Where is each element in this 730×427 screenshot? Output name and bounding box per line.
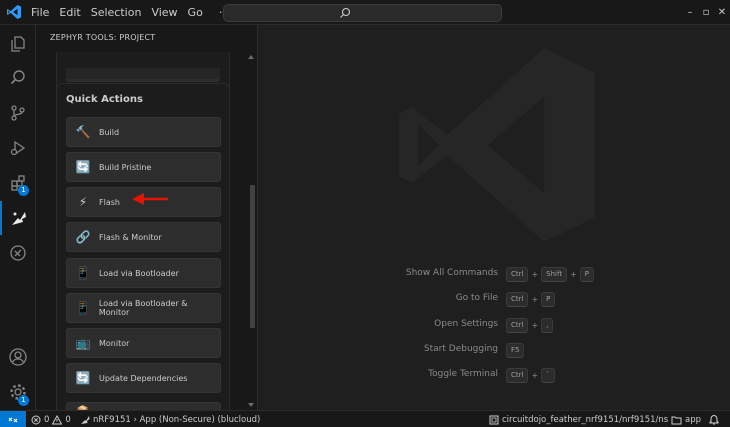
gear-icon[interactable]: 1 bbox=[0, 375, 36, 409]
search-icon[interactable] bbox=[0, 61, 36, 95]
title-bar: File Edit Selection View Go ··· – ▫ ✕ bbox=[0, 0, 730, 25]
menu-edit[interactable]: Edit bbox=[54, 0, 85, 25]
status-bar: 0 0 nRF9151 › App (Non-Secure) (blucloud… bbox=[0, 410, 730, 427]
notifications-button[interactable] bbox=[709, 411, 719, 427]
phone-icon: 📱 bbox=[75, 301, 91, 315]
folder-status[interactable]: app bbox=[671, 411, 701, 427]
account-icon[interactable] bbox=[0, 340, 36, 374]
problems-status[interactable]: 0 0 bbox=[31, 411, 71, 427]
flash-monitor-button[interactable]: 🔗 Flash & Monitor bbox=[66, 222, 221, 252]
folder-icon bbox=[671, 416, 682, 424]
shortcut-toggle-terminal[interactable]: Toggle Terminal Ctrl + ` bbox=[258, 366, 730, 386]
board-label: circuitdojo_feather_nrf9151/nrf9151/ns bbox=[502, 414, 669, 425]
close-button[interactable]: ✕ bbox=[712, 0, 730, 25]
files-icon[interactable] bbox=[0, 27, 36, 61]
zephyr-status-icon bbox=[81, 415, 90, 424]
folder-label: app bbox=[685, 414, 701, 425]
load-bootloader-button[interactable]: 📱 Load via Bootloader bbox=[66, 258, 221, 288]
sidebar-scrollbar[interactable] bbox=[250, 185, 255, 328]
board-status[interactable]: circuitdojo_feather_nrf9151/nrf9151/ns bbox=[489, 411, 668, 427]
shortcut-show-all-commands[interactable]: Show All Commands Ctrl + Shift + P bbox=[258, 265, 730, 285]
monitor-button[interactable]: 📺 Monitor bbox=[66, 328, 221, 358]
shortcut-go-to-file[interactable]: Go to File Ctrl + P bbox=[258, 290, 730, 310]
load-bootloader-monitor-button[interactable]: 📱 Load via Bootloader & Monitor bbox=[66, 293, 221, 323]
bell-icon bbox=[709, 414, 719, 425]
activity-bar: 1 1 bbox=[0, 25, 36, 410]
extensions-badge: 1 bbox=[18, 185, 29, 196]
menu-bar: File Edit Selection View Go ··· bbox=[26, 0, 234, 25]
phone-icon: 📱 bbox=[75, 266, 91, 280]
menu-selection[interactable]: Selection bbox=[86, 0, 147, 25]
menu-go[interactable]: Go bbox=[183, 0, 208, 25]
device-icon[interactable] bbox=[0, 236, 36, 270]
sidebar: ZEPHYR TOOLS: PROJECT Quick Actions 🔨 Bu… bbox=[36, 25, 258, 410]
next-action-button[interactable]: 📦 bbox=[66, 402, 221, 410]
command-center-search[interactable] bbox=[223, 4, 502, 22]
shortcut-start-debugging[interactable]: Start Debugging F5 bbox=[258, 341, 730, 361]
refresh-icon: 🔄 bbox=[75, 160, 91, 174]
build-button[interactable]: 🔨 Build bbox=[66, 117, 221, 147]
shortcut-open-settings[interactable]: Open Settings Ctrl + , bbox=[258, 316, 730, 336]
extensions-icon[interactable]: 1 bbox=[0, 166, 36, 200]
settings-badge: 1 bbox=[18, 395, 29, 406]
link-icon: 🔗 bbox=[75, 230, 91, 244]
remote-icon bbox=[8, 417, 18, 422]
hammer-icon: 🔨 bbox=[75, 125, 91, 139]
zephyr-tools-icon[interactable] bbox=[0, 201, 36, 235]
build-pristine-button[interactable]: 🔄 Build Pristine bbox=[66, 152, 221, 182]
source-control-icon[interactable] bbox=[0, 96, 36, 130]
quick-actions-panel: Quick Actions 🔨 Build 🔄 Build Pristine ⚡… bbox=[56, 83, 230, 410]
refresh-icon: 🔄 bbox=[75, 371, 91, 385]
package-icon: 📦 bbox=[67, 402, 99, 410]
error-count: 0 bbox=[44, 414, 50, 425]
tv-icon: 📺 bbox=[75, 336, 91, 350]
warning-icon bbox=[52, 414, 63, 424]
board-icon bbox=[489, 415, 499, 424]
run-debug-icon[interactable] bbox=[0, 131, 36, 165]
project-status[interactable]: nRF9151 › App (Non-Secure) (blucloud) bbox=[80, 411, 260, 427]
error-icon bbox=[31, 415, 41, 424]
menu-view[interactable]: View bbox=[146, 0, 182, 25]
menu-file[interactable]: File bbox=[26, 0, 54, 25]
annotation-arrow bbox=[132, 193, 168, 205]
sidebar-title: ZEPHYR TOOLS: PROJECT bbox=[50, 33, 156, 42]
update-dependencies-button[interactable]: 🔄 Update Dependencies bbox=[66, 363, 221, 393]
vscode-logo-icon bbox=[7, 5, 21, 19]
scroll-down-arrow[interactable] bbox=[248, 403, 254, 407]
remote-indicator-button[interactable] bbox=[0, 411, 26, 427]
quick-actions-heading: Quick Actions bbox=[66, 94, 143, 105]
editor-area: Show All Commands Ctrl + Shift + P Go to F… bbox=[258, 25, 730, 410]
previous-panel-item[interactable] bbox=[66, 68, 220, 82]
search-icon bbox=[340, 7, 351, 18]
warning-count: 0 bbox=[65, 414, 71, 425]
vscode-watermark-icon bbox=[399, 48, 595, 242]
scroll-up-arrow[interactable] bbox=[248, 55, 254, 59]
lightning-icon: ⚡ bbox=[78, 195, 88, 209]
project-label: nRF9151 › App (Non-Secure) (blucloud) bbox=[93, 414, 261, 425]
